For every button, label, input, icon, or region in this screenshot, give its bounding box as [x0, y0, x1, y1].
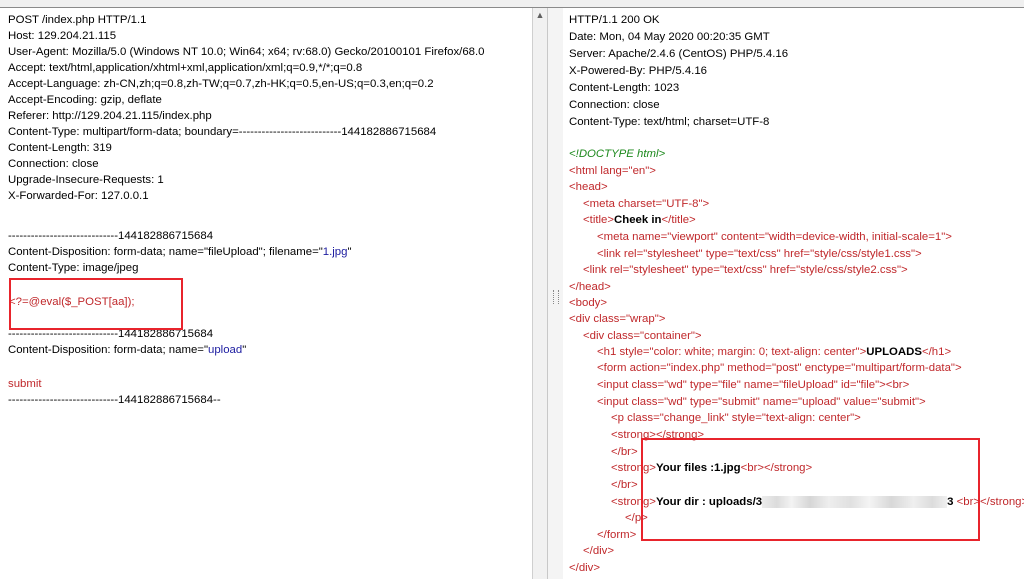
head-open-tag: <head> [569, 181, 608, 193]
html-open-tag: <html lang="en"> [569, 165, 656, 177]
content-disposition-file: Content-Disposition: form-data; name="fi… [8, 246, 352, 258]
link-style2-tag: <link rel="stylesheet" type="text/css" h… [583, 264, 908, 276]
request-pane[interactable]: POST /index.php HTTP/1.1 Host: 129.204.2… [0, 8, 532, 579]
upload-field-name: upload [208, 344, 243, 356]
title-tag: <title>Cheek in</title> [583, 214, 696, 226]
header-connection: Connection: close [8, 158, 99, 170]
input-submit-tag: <input class="wd" type="submit" name="up… [597, 396, 926, 408]
result-highlight-box [641, 438, 980, 541]
multipart-boundary-end: -----------------------------14418288671… [8, 394, 221, 406]
meta-viewport-tag: <meta name="viewport" content="width=dev… [597, 231, 952, 243]
header-accept-language: Accept-Language: zh-CN,zh;q=0.8,zh-TW;q=… [8, 78, 434, 90]
part-content-type: Content-Type: image/jpeg [8, 262, 139, 274]
header-host: Host: 129.204.21.115 [8, 30, 117, 42]
status-line: HTTP/1.1 200 OK [569, 14, 660, 26]
header-date: Date: Mon, 04 May 2020 00:20:35 GMT [569, 31, 770, 43]
p-open-tag: <p class="change_link" style="text-align… [611, 412, 861, 424]
input-file-tag: <input class="wd" type="file" name="file… [597, 379, 910, 391]
head-close-tag: </head> [569, 281, 611, 293]
form-close-tag: </form> [597, 529, 637, 541]
div-close-tag: </div> [583, 545, 615, 557]
upload-filename: 1.jpg [322, 246, 348, 258]
br-close-tag: </br> [611, 446, 638, 458]
header-content-type: Content-Type: multipart/form-data; bound… [8, 126, 437, 138]
h1-text: UPLOADS [866, 346, 922, 358]
header-server: Server: Apache/2.4.6 (CentOS) PHP/5.4.16 [569, 48, 789, 60]
div-container-tag: <div class="container"> [583, 330, 702, 342]
splitter-grip-icon[interactable] [553, 290, 559, 304]
submit-value: submit [8, 378, 42, 390]
request-line: POST /index.php HTTP/1.1 [8, 14, 147, 26]
header-content-length: Content-Length: 1023 [569, 82, 680, 94]
content-disposition-upload: Content-Disposition: form-data; name="up… [8, 344, 247, 356]
multipart-boundary: -----------------------------14418288671… [8, 230, 214, 242]
h1-tag: <h1 style="color: white; margin: 0; text… [597, 346, 952, 358]
header-upgrade-insecure: Upgrade-Insecure-Requests: 1 [8, 174, 164, 186]
header-content-length: Content-Length: 319 [8, 142, 112, 154]
header-connection: Connection: close [569, 99, 660, 111]
page-title-text: Cheek in [614, 214, 662, 226]
div-wrap-tag: <div class="wrap"> [569, 313, 666, 325]
body-open-tag: <body> [569, 297, 608, 309]
header-accept: Accept: text/html,application/xhtml+xml,… [8, 62, 363, 74]
header-referer: Referer: http://129.204.21.115/index.php [8, 110, 212, 122]
scroll-up-arrow-icon[interactable]: ▲ [535, 10, 545, 20]
request-scrollbar[interactable]: ▲ [532, 8, 547, 579]
br-close-tag: </br> [611, 479, 638, 491]
payload-highlight-box [9, 278, 183, 330]
form-open-tag: <form action="index.php" method="post" e… [597, 362, 962, 374]
div-close-tag: </div> [569, 562, 601, 574]
top-toolbar-edge [0, 0, 1024, 8]
header-content-type: Content-Type: text/html; charset=UTF-8 [569, 116, 770, 128]
pane-splitter[interactable] [547, 8, 564, 579]
header-x-forwarded-for: X-Forwarded-For: 127.0.0.1 [8, 190, 149, 202]
response-pane[interactable]: HTTP/1.1 200 OK Date: Mon, 04 May 2020 0… [563, 8, 1024, 579]
header-accept-encoding: Accept-Encoding: gzip, deflate [8, 94, 162, 106]
meta-charset-tag: <meta charset="UTF-8"> [583, 198, 710, 210]
header-x-powered-by: X-Powered-By: PHP/5.4.16 [569, 65, 708, 77]
doctype-line: <!DOCTYPE html> [569, 148, 666, 160]
header-user-agent: User-Agent: Mozilla/5.0 (Windows NT 10.0… [8, 46, 485, 58]
link-style1-tag: <link rel="stylesheet" type="text/css" h… [597, 248, 922, 260]
